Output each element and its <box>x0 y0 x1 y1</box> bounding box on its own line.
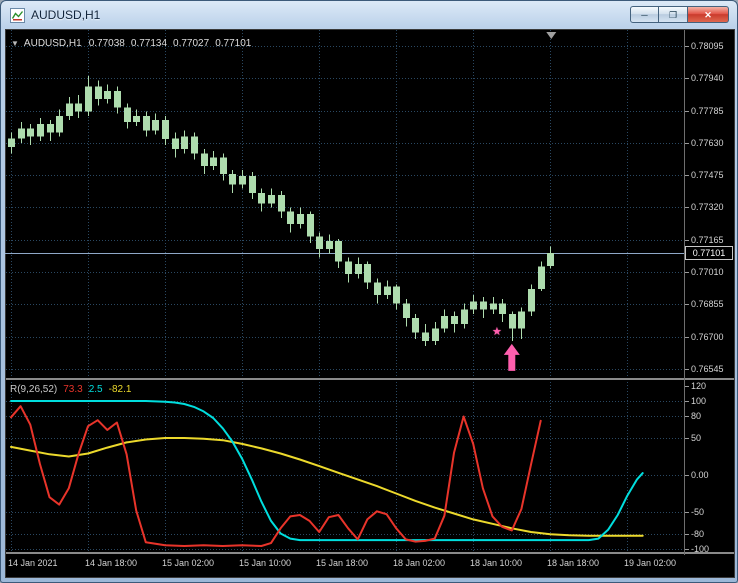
price-axis-label: 0.77165 <box>691 235 724 245</box>
quote-close: 0.77101 <box>215 38 251 49</box>
price-axis-label: 0.76700 <box>691 332 724 342</box>
time-axis-label: 19 Jan 02:00 <box>624 558 676 568</box>
close-button[interactable]: ✕ <box>688 6 729 23</box>
price-axis-label: 0.77785 <box>691 106 724 116</box>
time-axis-label: 15 Jan 10:00 <box>239 558 291 568</box>
indicator-axis-label: -50 <box>691 507 704 517</box>
time-axis-label: 18 Jan 02:00 <box>393 558 445 568</box>
time-axis-splitter[interactable] <box>6 552 734 554</box>
indicator-value-slow: -82.1 <box>109 384 132 395</box>
title-bar[interactable]: AUDUSD,H1 <box>1 1 737 29</box>
price-axis-label: 0.78095 <box>691 41 724 51</box>
time-axis-label: 14 Jan 18:00 <box>85 558 137 568</box>
indicator-header: R(9,26,52) 73.3 2.5 -82.1 <box>10 384 131 395</box>
price-axis-label: 0.77940 <box>691 73 724 83</box>
indicator-panel-surface[interactable] <box>5 381 684 552</box>
indicator-axis-label: 120 <box>691 381 706 391</box>
quote-open: 0.77038 <box>89 38 125 49</box>
indicator-axis-label: -80 <box>691 529 704 539</box>
indicator-value-fast: 73.3 <box>63 384 82 395</box>
buy-signal-star-icon[interactable]: ★ <box>492 327 502 338</box>
quote-symbol: AUDUSD,H1 <box>24 38 82 49</box>
quote-high: 0.77134 <box>131 38 167 49</box>
minimize-button[interactable]: ─ <box>630 6 659 23</box>
price-axis-label: 0.77630 <box>691 138 724 148</box>
price-axis-label: 0.77475 <box>691 170 724 180</box>
panel-splitter[interactable] <box>6 378 734 380</box>
time-axis-label: 15 Jan 18:00 <box>316 558 368 568</box>
price-axis-divider <box>684 30 685 555</box>
quote-header: ▼ AUDUSD,H1 0.77038 0.77134 0.77027 0.77101 <box>11 38 257 49</box>
window-title: AUDUSD,H1 <box>31 8 100 22</box>
price-axis-label: 0.77320 <box>691 202 724 212</box>
time-axis-label: 18 Jan 18:00 <box>547 558 599 568</box>
price-axis-label: 0.76545 <box>691 364 724 374</box>
indicator-axis-label: 80 <box>691 411 701 421</box>
time-axis-label: 15 Jan 02:00 <box>162 558 214 568</box>
indicator-name[interactable]: R(9,26,52) <box>10 384 57 395</box>
maximize-button[interactable]: ❐ <box>659 6 688 23</box>
indicator-axis-label: 100 <box>691 396 706 406</box>
price-axis-label: 0.76855 <box>691 299 724 309</box>
current-price-box: 0.77101 <box>685 246 733 260</box>
window-controls: ─ ❐ ✕ <box>630 6 729 23</box>
one-click-toggle-icon[interactable]: ▼ <box>11 39 19 48</box>
quote-low: 0.77027 <box>173 38 209 49</box>
indicator-axis-label: 0.00 <box>691 470 709 480</box>
price-axis-label: 0.77010 <box>691 267 724 277</box>
indicator-axis-label: 50 <box>691 433 701 443</box>
application-window: AUDUSD,H1 ─ ❐ ✕ ▼ AUDUSD,H1 0.77038 0.77134… <box>0 0 738 583</box>
time-axis-label: 18 Jan 10:00 <box>470 558 522 568</box>
main-chart-surface[interactable] <box>5 29 684 378</box>
window-icon[interactable] <box>10 8 25 23</box>
indicator-value-medium: 2.5 <box>89 384 103 395</box>
indicator-axis-label: -100 <box>691 544 709 554</box>
time-axis-label: 14 Jan 2021 <box>8 558 58 568</box>
